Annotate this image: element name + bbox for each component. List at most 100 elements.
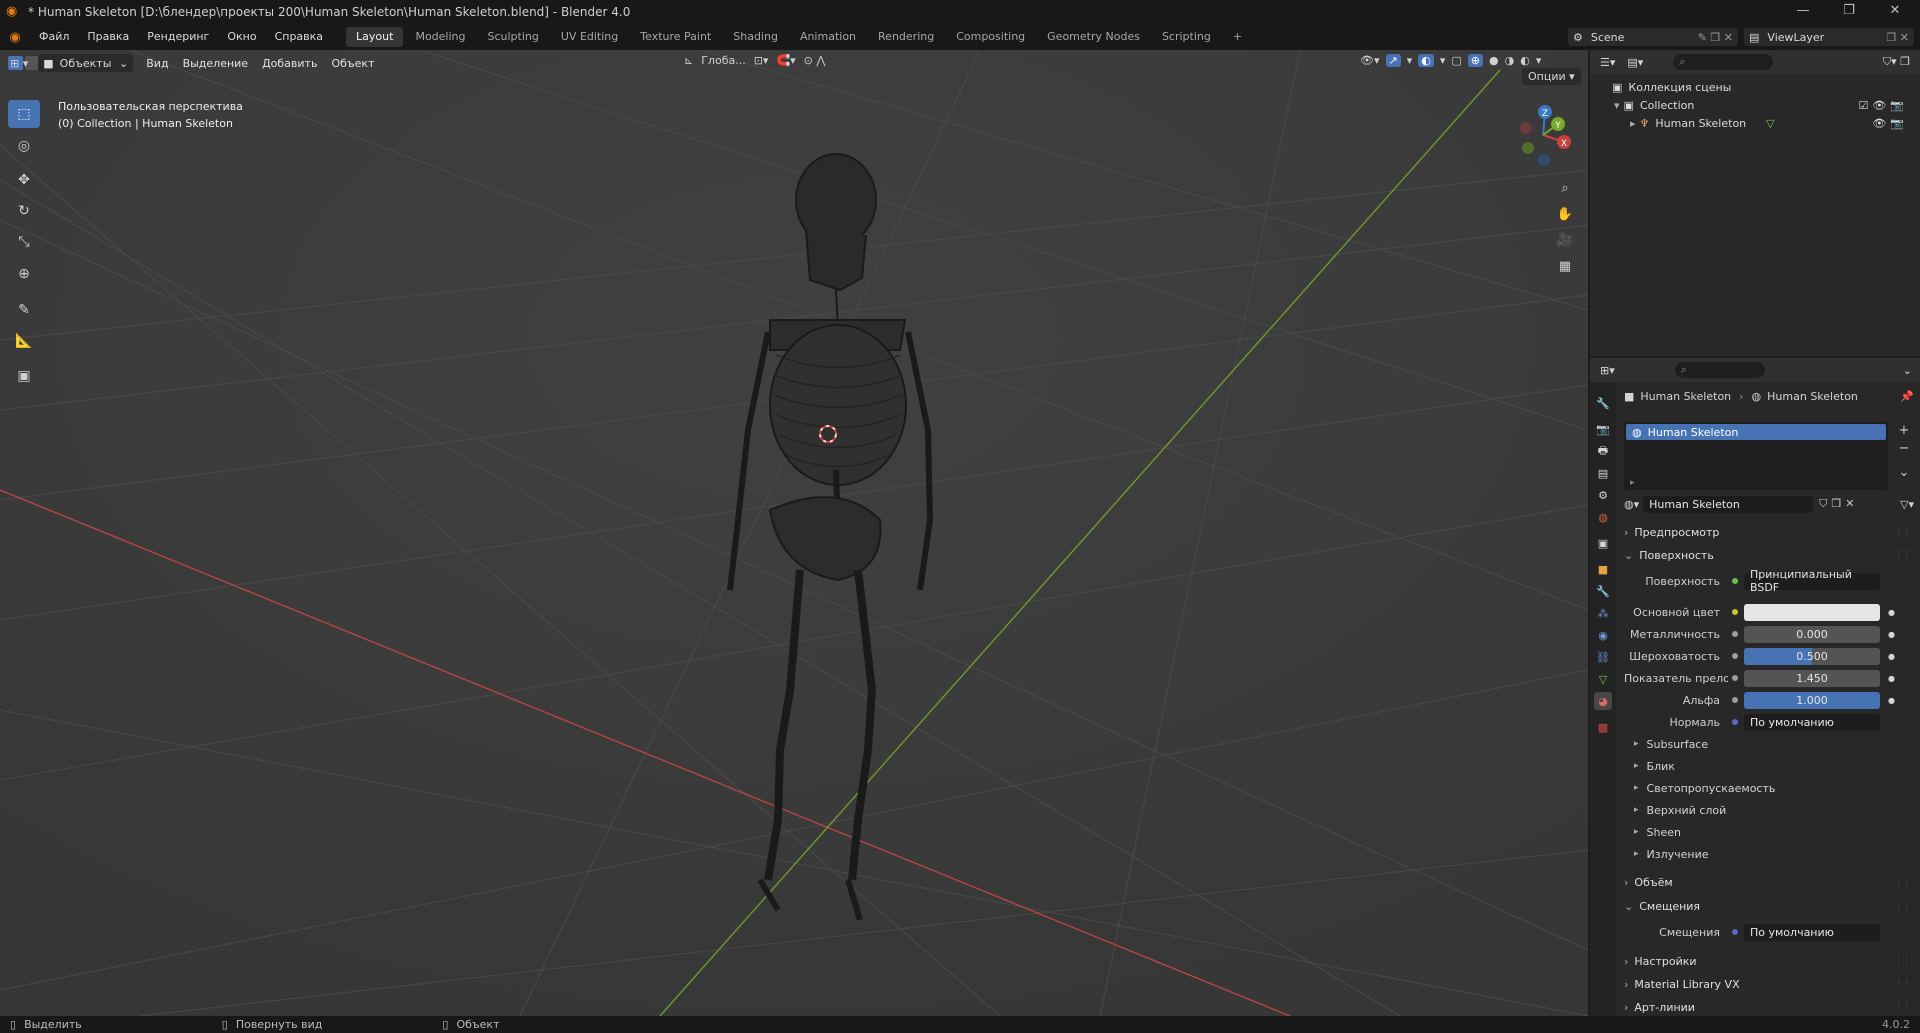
material-actions-icons[interactable]: ⛉❐✕	[1819, 497, 1858, 511]
drag-grip-icon[interactable]: ⋮⋮	[1894, 979, 1911, 989]
measure-tool[interactable]: 📐	[8, 327, 40, 355]
shading-dropdown-icon[interactable]: ▾	[1536, 54, 1542, 67]
tab-compositing[interactable]: Compositing	[946, 27, 1035, 47]
gizmo-toggle-icon[interactable]: ↗	[1385, 54, 1401, 67]
keyframe-dot-icon[interactable]: ●	[1888, 696, 1895, 705]
menu-help[interactable]: Справка	[266, 24, 332, 50]
keyframe-dot-icon[interactable]: ●	[1888, 652, 1895, 661]
xray-icon[interactable]: ▢	[1451, 54, 1461, 67]
object-visibility-icons[interactable]: 👁📷	[1872, 117, 1908, 130]
render-tab-icon[interactable]: 📷	[1594, 420, 1612, 438]
ior-field[interactable]: 1.450	[1744, 669, 1880, 687]
world-tab-icon[interactable]: ◍	[1594, 508, 1612, 526]
tab-modeling[interactable]: Modeling	[405, 27, 475, 47]
drag-grip-icon[interactable]: ⋮⋮	[1894, 1002, 1911, 1012]
subpanel-transmission[interactable]: ▸ Светопропускаемость	[1634, 778, 1914, 798]
normal-field[interactable]: По умолчанию	[1744, 713, 1880, 731]
section-volume[interactable]: › Объём ⋮⋮	[1624, 872, 1914, 892]
alpha-slider[interactable]: 1.000	[1744, 691, 1880, 709]
section-settings[interactable]: › Настройки ⋮⋮	[1624, 951, 1914, 971]
menu-add[interactable]: Добавить	[255, 57, 324, 70]
data-tab-icon[interactable]: ▽	[1594, 670, 1612, 688]
metallic-field[interactable]: 0.000	[1744, 625, 1880, 643]
object-tab-icon[interactable]: ■	[1594, 560, 1612, 578]
subpanel-sheen[interactable]: ▸ Sheen	[1634, 822, 1914, 842]
overlay-dropdown-icon[interactable]: ▾	[1440, 54, 1446, 67]
orientation-dropdown[interactable]: Глоба...	[701, 54, 745, 67]
tab-animation[interactable]: Animation	[790, 27, 866, 47]
viewlayer-selector[interactable]: ▤ ViewLayer ❐ ✕	[1744, 28, 1914, 46]
section-preview[interactable]: › Предпросмотр ⋮⋮	[1624, 522, 1914, 542]
tab-rendering[interactable]: Rendering	[868, 27, 944, 47]
menu-object[interactable]: Объект	[324, 57, 381, 70]
tab-texture-paint[interactable]: Texture Paint	[630, 27, 721, 47]
collection-visibility-icons[interactable]: ☑👁📷	[1858, 99, 1908, 112]
drag-grip-icon[interactable]: ⋮⋮	[1894, 877, 1911, 887]
close-icon[interactable]: ✕	[1872, 0, 1918, 24]
display-mode-icon[interactable]: ▤▾	[1627, 56, 1643, 69]
mesh-data-icon[interactable]: ▽	[1766, 117, 1774, 130]
scene-tab-icon[interactable]: ⚙	[1594, 486, 1612, 504]
minimize-icon[interactable]: —	[1780, 0, 1826, 24]
pin-panel-icon[interactable]: 📌	[1900, 390, 1914, 403]
outliner-collection[interactable]: ▾ ▣ Collection ☑👁📷	[1590, 96, 1920, 114]
gizmo-dropdown-icon[interactable]: ▾	[1407, 54, 1413, 67]
section-surface[interactable]: ⌄ Поверхность ⋮⋮	[1624, 545, 1914, 565]
link-dropdown-icon[interactable]: ▽▾	[1900, 498, 1914, 511]
scene-selector[interactable]: ⚙ Scene ✎ ❐ ✕	[1568, 28, 1738, 46]
section-lineart[interactable]: › Арт-линии ⋮⋮	[1624, 997, 1914, 1017]
rendered-shading-icon[interactable]: ◐	[1520, 54, 1530, 67]
browse-material-icon[interactable]: ◍▾	[1624, 498, 1639, 511]
material-shading-icon[interactable]: ◑	[1505, 54, 1515, 67]
transform-tool[interactable]: ⊕	[8, 260, 40, 288]
pin-icon[interactable]: ✎ ❐ ✕	[1698, 31, 1733, 44]
tab-sculpting[interactable]: Sculpting	[478, 27, 549, 47]
tab-layout[interactable]: Layout	[346, 27, 404, 47]
3d-viewport[interactable]: Пользовательская перспектива (0) Collect…	[0, 50, 1588, 1016]
rotate-tool[interactable]: ↻	[8, 197, 40, 225]
add-slot-icon[interactable]: +	[1896, 422, 1912, 440]
zoom-icon[interactable]: ⌕	[1553, 176, 1577, 200]
physics-tab-icon[interactable]: ◉	[1594, 626, 1612, 644]
move-tool[interactable]: ✥	[8, 166, 40, 194]
outliner-scene-collection[interactable]: ▣ Коллекция сцены	[1590, 78, 1920, 96]
editor-type-icon[interactable]: ⊞ ▾	[10, 57, 28, 70]
properties-search-input[interactable]: ⌕	[1674, 362, 1765, 378]
roughness-slider[interactable]: 0.500	[1744, 647, 1880, 665]
pan-hand-icon[interactable]: ✋	[1553, 202, 1577, 226]
tab-scripting[interactable]: Scripting	[1152, 27, 1221, 47]
output-tab-icon[interactable]: 🖶	[1594, 442, 1612, 460]
collection-tab-icon[interactable]: ▣	[1594, 534, 1612, 552]
drag-grip-icon[interactable]: ⋮⋮	[1894, 550, 1911, 560]
properties-options-icon[interactable]: ⌄	[1903, 364, 1912, 377]
displacement-field[interactable]: По умолчанию	[1744, 923, 1880, 941]
menu-select[interactable]: Выделение	[176, 57, 256, 70]
annotate-tool[interactable]: ✎	[8, 296, 40, 324]
section-material-library[interactable]: › Material Library VX ⋮⋮	[1624, 974, 1914, 994]
menu-view[interactable]: Вид	[139, 57, 175, 70]
outliner-object-row[interactable]: ▸ ♆ Human Skeleton ▽ 👁📷	[1590, 114, 1920, 132]
mode-dropdown[interactable]: ■ Объекты ⌄	[38, 54, 134, 72]
select-box-tool[interactable]: ⬚	[8, 100, 40, 128]
drag-grip-icon[interactable]: ⋮⋮	[1894, 527, 1911, 537]
camera-view-icon[interactable]: 🎥	[1553, 228, 1577, 252]
overlay-toggle-icon[interactable]: ◐	[1418, 54, 1434, 67]
drag-grip-icon[interactable]: ⋮⋮	[1894, 901, 1911, 911]
constraints-tab-icon[interactable]: ⛓	[1594, 648, 1612, 666]
particles-tab-icon[interactable]: ⁂	[1594, 604, 1612, 622]
slot-menu-icon[interactable]: ⌄	[1896, 464, 1912, 482]
subpanel-specular[interactable]: ▸ Блик	[1634, 756, 1914, 776]
section-displacement[interactable]: ⌄ Смещения ⋮⋮	[1624, 896, 1914, 916]
keyframe-dot-icon[interactable]: ●	[1888, 674, 1895, 683]
menu-window[interactable]: Окно	[218, 24, 265, 50]
cursor-tool[interactable]: ◎	[8, 132, 40, 160]
add-cube-tool[interactable]: ▣	[8, 362, 40, 390]
keyframe-dot-icon[interactable]: ●	[1888, 608, 1895, 617]
blender-menu-icon[interactable]: ◉	[0, 30, 30, 45]
subpanel-emission[interactable]: ▸ Излучение	[1634, 844, 1914, 864]
menu-render[interactable]: Рендеринг	[138, 24, 218, 50]
ortho-grid-icon[interactable]: ▦	[1553, 254, 1577, 278]
maximize-icon[interactable]: ❐	[1826, 0, 1872, 24]
collapse-arrow-icon[interactable]: ▾	[1614, 99, 1620, 112]
material-slot-item[interactable]: ◍ Human Skeleton	[1626, 424, 1886, 440]
